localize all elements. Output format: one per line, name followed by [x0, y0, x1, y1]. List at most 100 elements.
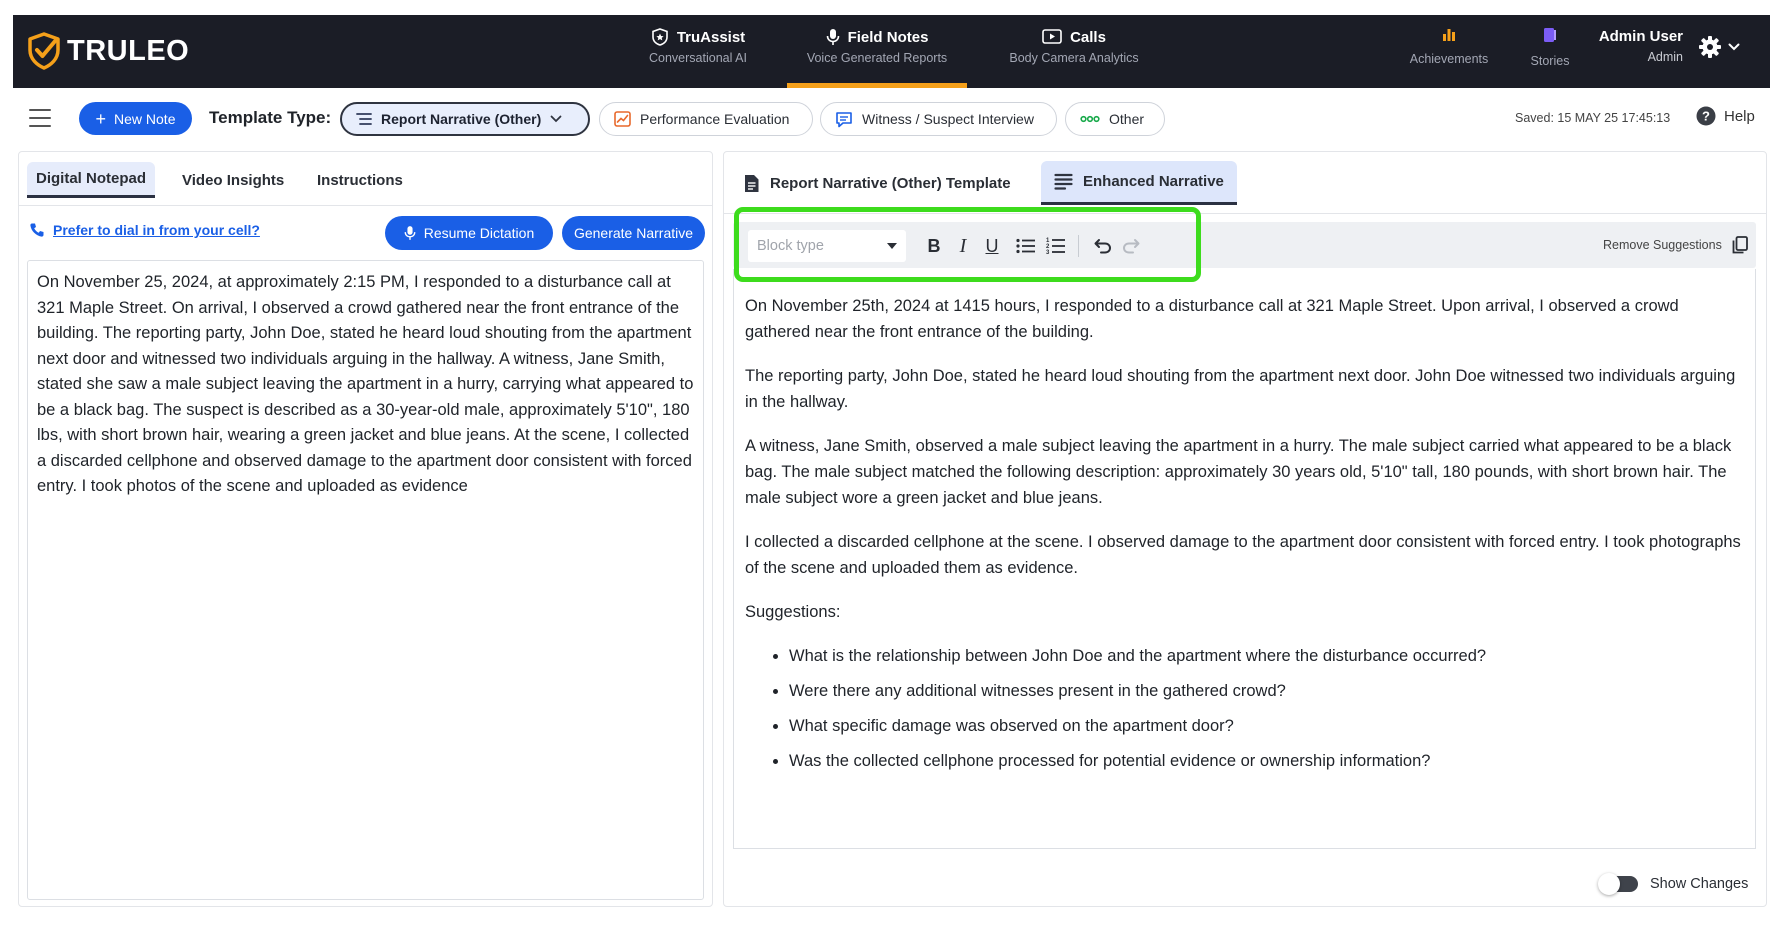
bullet-list-icon[interactable]: [1014, 234, 1038, 258]
tab-video-insights[interactable]: Video Insights: [173, 162, 293, 198]
user-menu[interactable]: Admin User Admin: [1568, 28, 1683, 64]
remove-suggestions-button[interactable]: Remove Suggestions: [1603, 236, 1748, 254]
nav-title: TruAssist: [676, 28, 746, 46]
narrative-paragraph: On November 25th, 2024 at 1415 hours, I …: [745, 297, 1679, 341]
dial-link-label: Prefer to dial in from your cell?: [53, 222, 260, 238]
template-toolbar: + New Note Template Type: Report Narrati…: [13, 93, 1770, 143]
nav-achievements[interactable]: Achievements: [1399, 27, 1499, 66]
bar-chart-icon: [1443, 29, 1455, 41]
notepad-content: On November 25, 2024, at approximately 2…: [37, 273, 694, 495]
nav-subtitle: Conversational AI: [649, 51, 747, 65]
show-changes-toggle[interactable]: Show Changes: [1598, 873, 1749, 895]
block-type-select[interactable]: Block type: [748, 230, 906, 262]
rich-text-toolbar: Block type B I U 123 Remove Suggestions: [733, 207, 1756, 282]
template-chip-label: Report Narrative (Other): [381, 111, 542, 127]
template-chip-label: Other: [1109, 111, 1145, 127]
svg-text:?: ?: [1702, 109, 1710, 124]
tab-label: Enhanced Narrative: [1083, 173, 1224, 190]
template-chip-label: Witness / Suspect Interview: [862, 111, 1034, 127]
template-type-label: Template Type:: [209, 108, 332, 127]
bold-icon[interactable]: B: [922, 234, 946, 258]
nav-title: Calls: [1070, 28, 1106, 46]
saved-timestamp: Saved: 15 MAY 25 17:45:13: [1515, 111, 1671, 125]
help-circle-icon: ?: [1696, 106, 1716, 126]
new-note-button[interactable]: + New Note: [79, 102, 192, 135]
truleo-logo[interactable]: TRULEO: [27, 29, 189, 73]
show-changes-label: Show Changes: [1650, 876, 1749, 892]
nav-calls[interactable]: Calls Body Camera Analytics: [999, 27, 1149, 88]
new-note-label: New Note: [114, 110, 176, 127]
toggle-switch[interactable]: [1598, 873, 1638, 895]
block-type-placeholder: Block type: [757, 238, 824, 254]
document-icon: [745, 174, 759, 192]
tab-enhanced-narrative[interactable]: Enhanced Narrative: [1041, 161, 1237, 205]
dots-icon: [1080, 115, 1100, 123]
resume-dictation-button[interactable]: Resume Dictation: [385, 216, 553, 250]
template-other[interactable]: Other: [1065, 102, 1165, 136]
resume-dictation-label: Resume Dictation: [423, 225, 535, 241]
tab-label: Instructions: [317, 171, 403, 189]
narrative-paragraph: A witness, Jane Smith, observed a male s…: [745, 437, 1732, 507]
tab-label: Report Narrative (Other) Template: [770, 174, 1011, 192]
speech-bubble-icon: [836, 111, 852, 127]
italic-icon[interactable]: I: [951, 234, 975, 258]
tab-digital-notepad[interactable]: Digital Notepad: [27, 162, 156, 198]
microphone-icon: [826, 29, 839, 45]
plus-icon: +: [95, 108, 107, 129]
tab-instructions[interactable]: Instructions: [308, 162, 412, 198]
menu-icon[interactable]: [29, 109, 51, 127]
redo-icon[interactable]: [1119, 234, 1143, 258]
generate-narrative-button[interactable]: Generate Narrative: [562, 216, 705, 250]
enhanced-narrative-editor[interactable]: On November 25th, 2024 at 1415 hours, I …: [733, 269, 1756, 849]
stories-book-icon: [1544, 28, 1556, 42]
achievements-label: Achievements: [1409, 52, 1489, 66]
suggestion-item: What is the relationship between John Do…: [789, 643, 1744, 669]
suggestion-item: What specific damage was observed on the…: [789, 713, 1744, 739]
copy-icon: [1732, 236, 1748, 254]
suggestions-list: What is the relationship between John Do…: [789, 643, 1744, 774]
template-chip-label: Performance Evaluation: [640, 111, 790, 127]
tab-report-template[interactable]: Report Narrative (Other) Template: [730, 161, 1024, 205]
suggestion-item: Were there any additional witnesses pres…: [789, 678, 1744, 704]
nav-subtitle: Body Camera Analytics: [1009, 51, 1139, 65]
template-report-narrative-dropdown[interactable]: Report Narrative (Other): [340, 102, 590, 136]
phone-icon: [30, 223, 44, 237]
notepad-textarea[interactable]: On November 25, 2024, at approximately 2…: [27, 260, 704, 900]
caret-down-icon: [887, 243, 897, 249]
template-witness-interview[interactable]: Witness / Suspect Interview: [820, 102, 1057, 136]
user-role: Admin: [1647, 50, 1683, 64]
suggestion-item: Was the collected cellphone processed fo…: [789, 748, 1744, 774]
narrative-paragraph: The reporting party, John Doe, stated he…: [745, 367, 1736, 411]
narrative-paragraph: I collected a discarded cellphone at the…: [745, 533, 1741, 577]
nav-truassist[interactable]: TruAssist Conversational AI: [633, 27, 763, 88]
toolbar-divider: [1078, 235, 1079, 257]
narrative-panel: Report Narrative (Other) Template Enhanc…: [723, 151, 1767, 907]
shield-star-icon: [652, 28, 668, 46]
undo-icon[interactable]: [1091, 234, 1115, 258]
text-lines-icon: [1054, 173, 1073, 190]
help-button[interactable]: ? Help: [1696, 106, 1755, 126]
svg-text:3: 3: [1046, 250, 1050, 255]
template-performance-evaluation[interactable]: Performance Evaluation: [599, 102, 813, 136]
gear-icon: [1699, 36, 1721, 58]
chevron-down-icon: [550, 115, 562, 123]
suggestions-heading: Suggestions:: [745, 603, 841, 621]
tab-label: Digital Notepad: [36, 170, 147, 187]
microphone-icon: [404, 226, 416, 240]
help-label: Help: [1724, 107, 1755, 125]
user-name: Admin User: [1598, 28, 1683, 45]
settings-menu[interactable]: [1698, 35, 1740, 59]
nav-subtitle: Voice Generated Reports: [806, 51, 948, 65]
remove-suggestions-label: Remove Suggestions: [1603, 238, 1722, 252]
numbered-list-icon[interactable]: 123: [1044, 234, 1068, 258]
underline-icon[interactable]: U: [980, 234, 1004, 258]
notepad-panel: Digital Notepad Video Insights Instructi…: [18, 151, 713, 907]
nav-field-notes[interactable]: Field Notes Voice Generated Reports: [787, 27, 967, 88]
top-navigation-bar: TRULEO TruAssist Conversational AI Field…: [13, 15, 1770, 88]
left-tabs: Digital Notepad Video Insights Instructi…: [19, 152, 712, 206]
text-lines-icon: [356, 113, 372, 125]
dial-in-link[interactable]: Prefer to dial in from your cell?: [29, 222, 260, 238]
tab-label: Video Insights: [182, 171, 285, 189]
nav-title: Field Notes: [847, 28, 929, 46]
trend-chart-icon: [614, 111, 631, 127]
